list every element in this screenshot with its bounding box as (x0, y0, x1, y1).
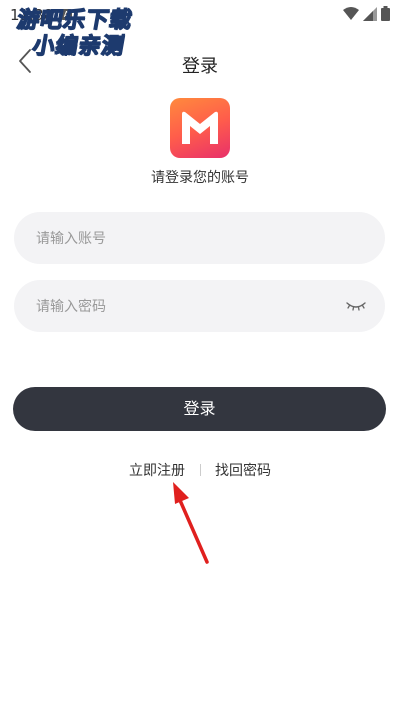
password-visibility-toggle[interactable] (345, 296, 367, 316)
app-logo-m-icon (182, 111, 218, 144)
login-button[interactable]: 登录 (13, 387, 386, 431)
status-icons (343, 6, 390, 21)
app-logo (170, 98, 230, 158)
login-subtitle: 请登录您的账号 (151, 170, 249, 186)
watermark-line-1: 游吧乐下载 (14, 7, 135, 33)
account-input[interactable] (34, 212, 328, 266)
password-field-container (14, 280, 385, 334)
register-link[interactable]: 立即注册 (129, 460, 185, 480)
page-title: 登录 (182, 56, 218, 77)
forgot-password-link[interactable]: 找回密码 (215, 460, 271, 480)
account-field-container (14, 212, 385, 266)
signal-icon (363, 6, 377, 21)
annotation-arrow-icon (173, 482, 209, 564)
eye-closed-icon (346, 302, 366, 311)
battery-icon (381, 6, 390, 21)
links-row: 立即注册 找回密码 (0, 460, 400, 480)
link-divider (199, 464, 201, 476)
wifi-icon (343, 6, 359, 20)
password-input[interactable] (34, 280, 328, 334)
